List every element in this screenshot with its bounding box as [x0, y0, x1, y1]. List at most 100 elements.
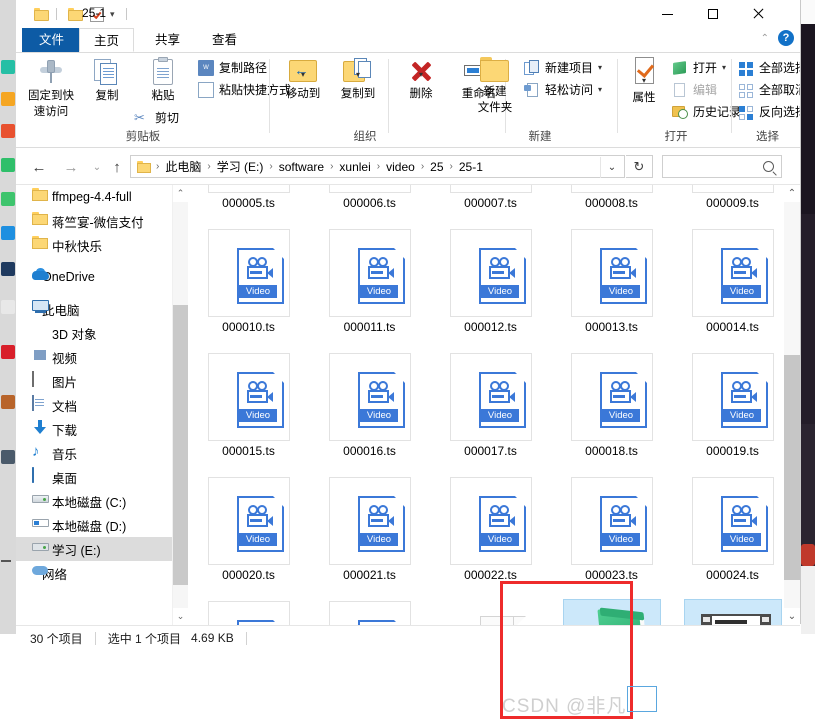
file-item[interactable]: Video 000024.ts — [672, 475, 793, 599]
file-item[interactable]: Video000006.ts — [309, 185, 430, 227]
qat-recent-folder-button[interactable] — [68, 6, 83, 22]
file-item[interactable]: Video 000017.ts — [430, 351, 551, 475]
chevron-down-icon[interactable]: ▾ — [722, 63, 726, 72]
file-item[interactable]: Video 000016.ts — [309, 351, 430, 475]
file-item[interactable]: Video 000021.ts — [309, 475, 430, 599]
desktop-background-left — [0, 0, 16, 634]
delete-button[interactable]: 删除 ▾ — [392, 57, 450, 101]
scroll-down-button[interactable]: ⌄ — [784, 608, 800, 625]
search-input[interactable] — [662, 155, 782, 178]
properties-button[interactable]: 属性 ▾ — [620, 57, 668, 105]
copy-path-button[interactable]: W 复制路径 — [198, 59, 267, 76]
tab-file[interactable]: 文件 — [22, 28, 82, 52]
file-item[interactable]: Video000025.ts — [188, 599, 309, 625]
chevron-down-icon[interactable]: ▾ — [598, 63, 602, 72]
onedrive-icon — [32, 268, 49, 285]
file-item[interactable]: Video000009.ts — [672, 185, 793, 227]
up-button[interactable]: ↑ — [106, 156, 128, 178]
new-item-button[interactable]: 新建项目 ▾ — [524, 59, 602, 76]
nav-item-downloads[interactable]: 下载 — [16, 417, 188, 441]
breadcrumb-item-4[interactable]: video — [385, 160, 416, 174]
open-button[interactable]: 打开 ▾ — [672, 59, 726, 76]
copy-button[interactable]: 复制 — [78, 57, 136, 103]
scrollbar-thumb[interactable] — [784, 355, 800, 580]
file-item[interactable]: Video 000012.ts — [430, 227, 551, 351]
nav-item-network[interactable]: 网络 — [16, 561, 188, 585]
nav-item-3d-objects[interactable]: 3D 对象 — [16, 321, 188, 345]
chevron-down-icon: ▾ — [641, 76, 647, 85]
file-item[interactable]: Video000005.ts — [188, 185, 309, 227]
file-item[interactable]: Video 000011.ts — [309, 227, 430, 351]
file-item[interactable]: Video 000015.ts — [188, 351, 309, 475]
nav-item-onedrive[interactable]: OneDrive — [16, 265, 188, 289]
breadcrumb-item-5[interactable]: 25 — [429, 160, 444, 174]
file-item[interactable]: Video000026.ts — [309, 599, 430, 625]
pin-to-quick-access-button[interactable]: 固定到快 速访问 — [22, 57, 80, 119]
nav-item-this-pc[interactable]: 此电脑 — [16, 297, 188, 321]
back-button[interactable]: ← — [28, 156, 50, 178]
file-item[interactable]: Video000008.ts — [551, 185, 672, 227]
nav-item-ffmpeg[interactable]: ffmpeg-4.4-full — [16, 185, 188, 209]
recent-locations-button[interactable]: ⌄ — [86, 156, 108, 178]
file-item[interactable]: Video000007.ts — [430, 185, 551, 227]
breadcrumb-item-6[interactable]: 25-1 — [458, 160, 484, 174]
paste-icon — [148, 57, 178, 87]
close-button[interactable] — [735, 0, 780, 28]
file-item[interactable]: Video 000010.ts — [188, 227, 309, 351]
maximize-button[interactable] — [690, 0, 735, 28]
chevron-down-icon[interactable]: ▾ — [598, 85, 602, 94]
forward-button[interactable]: → — [60, 156, 82, 178]
edit-button[interactable]: 编辑 — [672, 81, 717, 98]
file-item-wangluo1-mp4[interactable]: wangluo1.mp4 — [672, 599, 793, 625]
nav-item-drive-d[interactable]: 本地磁盘 (D:) — [16, 513, 188, 537]
minimize-button[interactable] — [645, 0, 690, 28]
collapse-ribbon-button[interactable]: ⌃ — [761, 33, 769, 44]
breadcrumb[interactable]: › 此电脑 › 学习 (E:) › software › xunlei › vi… — [130, 155, 625, 178]
tab-view[interactable]: 查看 — [198, 28, 251, 52]
nav-item-documents[interactable]: 文档 — [16, 393, 188, 417]
qat-folder-button[interactable] — [34, 6, 49, 22]
select-none-button[interactable]: 全部取消 — [738, 81, 800, 98]
qat-customize-button[interactable]: ▾ — [110, 6, 115, 22]
nav-item-music[interactable]: ♪ 音乐 — [16, 441, 188, 465]
file-item[interactable]: Video 000019.ts — [672, 351, 793, 475]
scrollbar-thumb[interactable] — [173, 305, 188, 585]
cut-button[interactable]: ✂ 剪切 — [134, 109, 179, 126]
paste-button[interactable]: 粘贴 — [134, 57, 192, 103]
select-all-button[interactable]: 全部选择 — [738, 59, 800, 76]
nav-item-pictures[interactable]: 图片 — [16, 369, 188, 393]
breadcrumb-item-1[interactable]: 学习 (E:) — [216, 158, 265, 175]
scroll-up-button[interactable]: ⌃ — [784, 185, 800, 202]
file-item[interactable]: Video 000013.ts — [551, 227, 672, 351]
nav-item-jiangzhuyan[interactable]: 蒋竺宴-微信支付 — [16, 209, 188, 233]
tab-share[interactable]: 共享 — [141, 28, 194, 52]
file-list-scrollbar[interactable]: ⌃ ⌄ — [784, 185, 800, 625]
nav-item-desktop[interactable]: 桌面 — [16, 465, 188, 489]
breadcrumb-item-0[interactable]: 此电脑 — [164, 158, 202, 175]
breadcrumb-item-2[interactable]: software — [278, 160, 325, 174]
nav-item-drive-c[interactable]: 本地磁盘 (C:) — [16, 489, 188, 513]
file-item[interactable]: Video 000020.ts — [188, 475, 309, 599]
nav-item-videos[interactable]: 视频 — [16, 345, 188, 369]
easy-access-button[interactable]: 轻松访问 ▾ — [524, 81, 602, 98]
file-item[interactable]: Video 000014.ts — [672, 227, 793, 351]
file-name: 000005.ts — [222, 196, 275, 210]
status-separator — [94, 631, 96, 645]
nav-item-label: 图片 — [52, 375, 78, 390]
address-dropdown-button[interactable]: ⌄ — [600, 157, 623, 178]
breadcrumb-item-3[interactable]: xunlei — [338, 160, 371, 174]
navigation-pane-scrollbar[interactable]: ⌃ ⌄ — [172, 185, 188, 625]
new-folder-button[interactable]: 新建 文件夹 — [466, 57, 524, 115]
refresh-button[interactable]: ↻ — [626, 155, 653, 178]
tab-home[interactable]: 主页 — [79, 28, 135, 52]
help-button[interactable]: ? — [778, 30, 794, 46]
nav-item-drive-e[interactable]: 学习 (E:) — [16, 537, 188, 561]
nav-item-zhongqiukuaile[interactable]: 中秋快乐 — [16, 233, 188, 257]
move-to-button[interactable]: ← 移动到 ▾ — [274, 57, 332, 101]
file-item[interactable]: Video 000018.ts — [551, 351, 672, 475]
copy-to-button[interactable]: 复制到 ▾ — [329, 57, 387, 101]
file-list-view[interactable]: Video000005.ts Video000006.ts Video00000… — [188, 185, 800, 625]
scroll-up-button[interactable]: ⌃ — [173, 185, 188, 202]
invert-selection-button[interactable]: 反向选择 — [738, 103, 800, 120]
scroll-down-button[interactable]: ⌄ — [173, 608, 188, 625]
